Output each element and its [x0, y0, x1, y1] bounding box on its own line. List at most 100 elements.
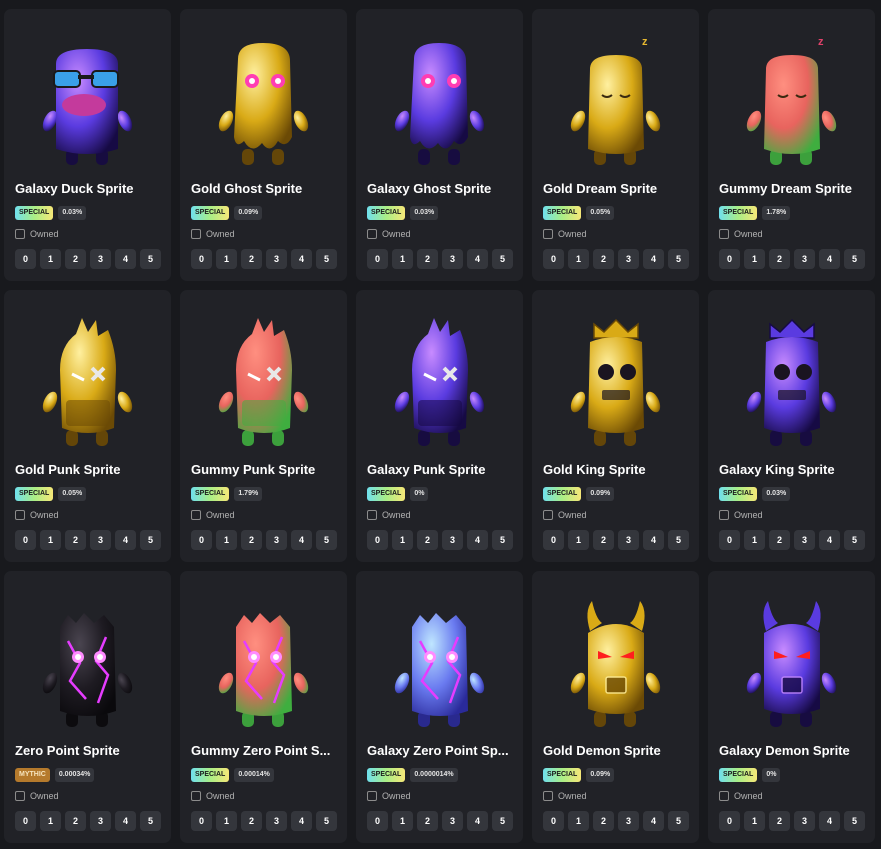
sprite-card[interactable]: Gold Ghost Sprite SPECIAL 0.09% Owned 0 1 2 3 4 5	[180, 9, 347, 281]
level-button-0[interactable]: 0	[719, 249, 740, 269]
owned-checkbox[interactable]	[191, 229, 201, 239]
owned-toggle[interactable]: Owned	[15, 229, 59, 239]
sprite-card[interactable]: Gummy Punk Sprite SPECIAL 1.79% Owned 0 1 2 3 4 5	[180, 290, 347, 562]
level-button-5[interactable]: 5	[492, 249, 513, 269]
level-button-3[interactable]: 3	[266, 249, 287, 269]
owned-checkbox[interactable]	[367, 791, 377, 801]
level-button-5[interactable]: 5	[668, 249, 689, 269]
level-button-1[interactable]: 1	[216, 530, 237, 550]
level-button-5[interactable]: 5	[140, 530, 161, 550]
level-button-0[interactable]: 0	[367, 249, 388, 269]
sprite-card[interactable]: Galaxy Ghost Sprite SPECIAL 0.03% Owned 0 1 2 3…	[356, 9, 523, 281]
level-button-4[interactable]: 4	[467, 530, 488, 550]
owned-checkbox[interactable]	[15, 791, 25, 801]
level-button-2[interactable]: 2	[769, 811, 790, 831]
level-button-2[interactable]: 2	[593, 811, 614, 831]
owned-toggle[interactable]: Owned	[191, 510, 235, 520]
level-button-5[interactable]: 5	[668, 811, 689, 831]
level-button-4[interactable]: 4	[115, 530, 136, 550]
level-button-2[interactable]: 2	[417, 811, 438, 831]
level-button-0[interactable]: 0	[367, 530, 388, 550]
level-button-5[interactable]: 5	[316, 811, 337, 831]
level-button-0[interactable]: 0	[719, 530, 740, 550]
level-button-0[interactable]: 0	[191, 530, 212, 550]
level-button-1[interactable]: 1	[744, 530, 765, 550]
owned-toggle[interactable]: Owned	[367, 510, 411, 520]
level-button-4[interactable]: 4	[643, 249, 664, 269]
level-button-1[interactable]: 1	[392, 530, 413, 550]
level-button-5[interactable]: 5	[316, 530, 337, 550]
level-button-4[interactable]: 4	[115, 249, 136, 269]
owned-checkbox[interactable]	[719, 229, 729, 239]
sprite-card[interactable]: Galaxy Punk Sprite SPECIAL 0% Owned 0 1 2 3 4 5	[356, 290, 523, 562]
level-button-0[interactable]: 0	[15, 530, 36, 550]
level-button-5[interactable]: 5	[844, 811, 865, 831]
level-button-1[interactable]: 1	[216, 249, 237, 269]
level-button-3[interactable]: 3	[618, 811, 639, 831]
sprite-card[interactable]: Gold Punk Sprite SPECIAL 0.05% Owned 0 1 2 3 4 5	[4, 290, 171, 562]
level-button-4[interactable]: 4	[643, 530, 664, 550]
level-button-3[interactable]: 3	[618, 249, 639, 269]
level-button-3[interactable]: 3	[442, 811, 463, 831]
owned-checkbox[interactable]	[543, 510, 553, 520]
level-button-5[interactable]: 5	[844, 249, 865, 269]
level-button-5[interactable]: 5	[316, 249, 337, 269]
owned-toggle[interactable]: Owned	[15, 510, 59, 520]
level-button-3[interactable]: 3	[442, 530, 463, 550]
level-button-1[interactable]: 1	[40, 249, 61, 269]
level-button-5[interactable]: 5	[668, 530, 689, 550]
level-button-1[interactable]: 1	[568, 249, 589, 269]
owned-toggle[interactable]: Owned	[367, 229, 411, 239]
level-button-3[interactable]: 3	[442, 249, 463, 269]
level-button-3[interactable]: 3	[90, 530, 111, 550]
level-button-2[interactable]: 2	[65, 811, 86, 831]
owned-checkbox[interactable]	[719, 510, 729, 520]
level-button-0[interactable]: 0	[367, 811, 388, 831]
owned-toggle[interactable]: Owned	[543, 510, 587, 520]
owned-toggle[interactable]: Owned	[191, 791, 235, 801]
level-button-2[interactable]: 2	[65, 530, 86, 550]
owned-checkbox[interactable]	[191, 510, 201, 520]
owned-toggle[interactable]: Owned	[367, 791, 411, 801]
level-button-5[interactable]: 5	[140, 811, 161, 831]
owned-toggle[interactable]: Owned	[543, 229, 587, 239]
level-button-2[interactable]: 2	[417, 249, 438, 269]
sprite-card[interactable]: Gummy Zero Point S... SPECIAL 0.00014% Owne…	[180, 571, 347, 843]
level-button-2[interactable]: 2	[769, 249, 790, 269]
level-button-2[interactable]: 2	[417, 530, 438, 550]
level-button-3[interactable]: 3	[794, 249, 815, 269]
level-button-0[interactable]: 0	[191, 811, 212, 831]
level-button-0[interactable]: 0	[191, 249, 212, 269]
sprite-card[interactable]: Galaxy Demon Sprite SPECIAL 0% Owned 0 1 2 3 4 5	[708, 571, 875, 843]
level-button-4[interactable]: 4	[819, 530, 840, 550]
owned-toggle[interactable]: Owned	[719, 791, 763, 801]
level-button-4[interactable]: 4	[819, 811, 840, 831]
level-button-4[interactable]: 4	[115, 811, 136, 831]
level-button-2[interactable]: 2	[65, 249, 86, 269]
owned-toggle[interactable]: Owned	[719, 510, 763, 520]
level-button-5[interactable]: 5	[844, 530, 865, 550]
level-button-1[interactable]: 1	[744, 811, 765, 831]
owned-toggle[interactable]: Owned	[543, 791, 587, 801]
level-button-5[interactable]: 5	[492, 811, 513, 831]
owned-checkbox[interactable]	[15, 510, 25, 520]
owned-checkbox[interactable]	[367, 510, 377, 520]
owned-checkbox[interactable]	[719, 791, 729, 801]
sprite-card[interactable]: Zero Point Sprite MYTHIC 0.00034% Owned 0 1 2 3…	[4, 571, 171, 843]
level-button-3[interactable]: 3	[266, 811, 287, 831]
level-button-0[interactable]: 0	[543, 530, 564, 550]
level-button-4[interactable]: 4	[467, 811, 488, 831]
level-button-2[interactable]: 2	[241, 530, 262, 550]
level-button-3[interactable]: 3	[794, 811, 815, 831]
level-button-3[interactable]: 3	[618, 530, 639, 550]
level-button-5[interactable]: 5	[492, 530, 513, 550]
level-button-5[interactable]: 5	[140, 249, 161, 269]
owned-toggle[interactable]: Owned	[15, 791, 59, 801]
owned-toggle[interactable]: Owned	[191, 229, 235, 239]
level-button-3[interactable]: 3	[266, 530, 287, 550]
level-button-4[interactable]: 4	[643, 811, 664, 831]
owned-checkbox[interactable]	[191, 791, 201, 801]
level-button-1[interactable]: 1	[392, 811, 413, 831]
level-button-1[interactable]: 1	[568, 530, 589, 550]
level-button-3[interactable]: 3	[90, 249, 111, 269]
